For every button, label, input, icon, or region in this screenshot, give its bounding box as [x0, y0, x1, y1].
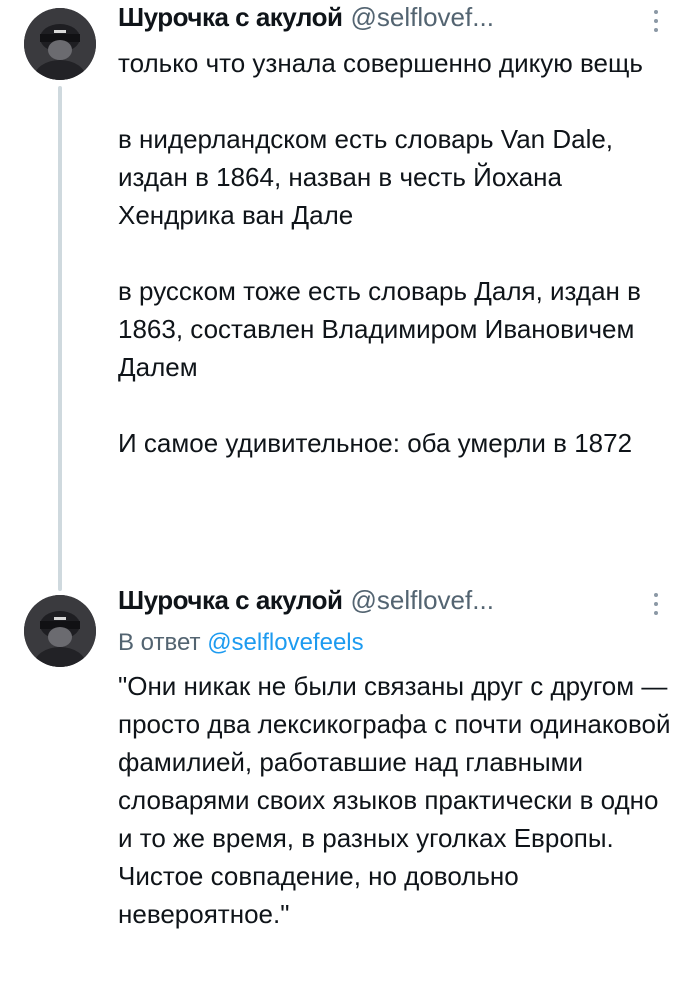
- tweet-paragraph: в русском тоже есть словарь Даля, издан …: [118, 276, 641, 382]
- tweet[interactable]: Шурочка с акулой @selflovef... только чт…: [0, 0, 700, 591]
- author-handle[interactable]: @selflovef...: [350, 2, 493, 33]
- reply-prefix: В ответ: [118, 629, 201, 656]
- tweet-header: Шурочка с акулой @selflovef...: [118, 585, 494, 619]
- reply-context: В ответ @selflovefeels: [118, 629, 364, 657]
- avatar[interactable]: [24, 8, 96, 80]
- author-handle[interactable]: @selflovef...: [350, 585, 493, 616]
- tweet-header: Шурочка с акулой @selflovef...: [118, 2, 494, 36]
- tweet-text: "Они никак не были связаны друг с другом…: [118, 667, 678, 933]
- more-vertical-icon[interactable]: [652, 593, 660, 623]
- tweet-paragraph: в нидерландском есть словарь Van Dale, и…: [118, 124, 614, 230]
- avatar[interactable]: [24, 595, 96, 667]
- tweet-paragraph: "Они никак не были связаны друг с другом…: [118, 671, 671, 929]
- author-display-name[interactable]: Шурочка с акулой: [118, 585, 343, 616]
- avatar-image: [24, 8, 96, 80]
- author-display-name[interactable]: Шурочка с акулой: [118, 2, 343, 33]
- tweet-text: только что узнала совершенно дикую вещь …: [118, 44, 678, 462]
- thread-connector-line: [58, 86, 62, 591]
- tweet-paragraph: И самое удивительное: оба умерли в 1872: [118, 428, 633, 458]
- tweet[interactable]: Шурочка с акулой @selflovef... В ответ @…: [0, 585, 700, 1005]
- more-vertical-icon[interactable]: [652, 10, 660, 40]
- tweet-paragraph: только что узнала совершенно дикую вещь: [118, 48, 643, 78]
- avatar-image: [24, 595, 96, 667]
- reply-mention-link[interactable]: @selflovefeels: [207, 629, 363, 656]
